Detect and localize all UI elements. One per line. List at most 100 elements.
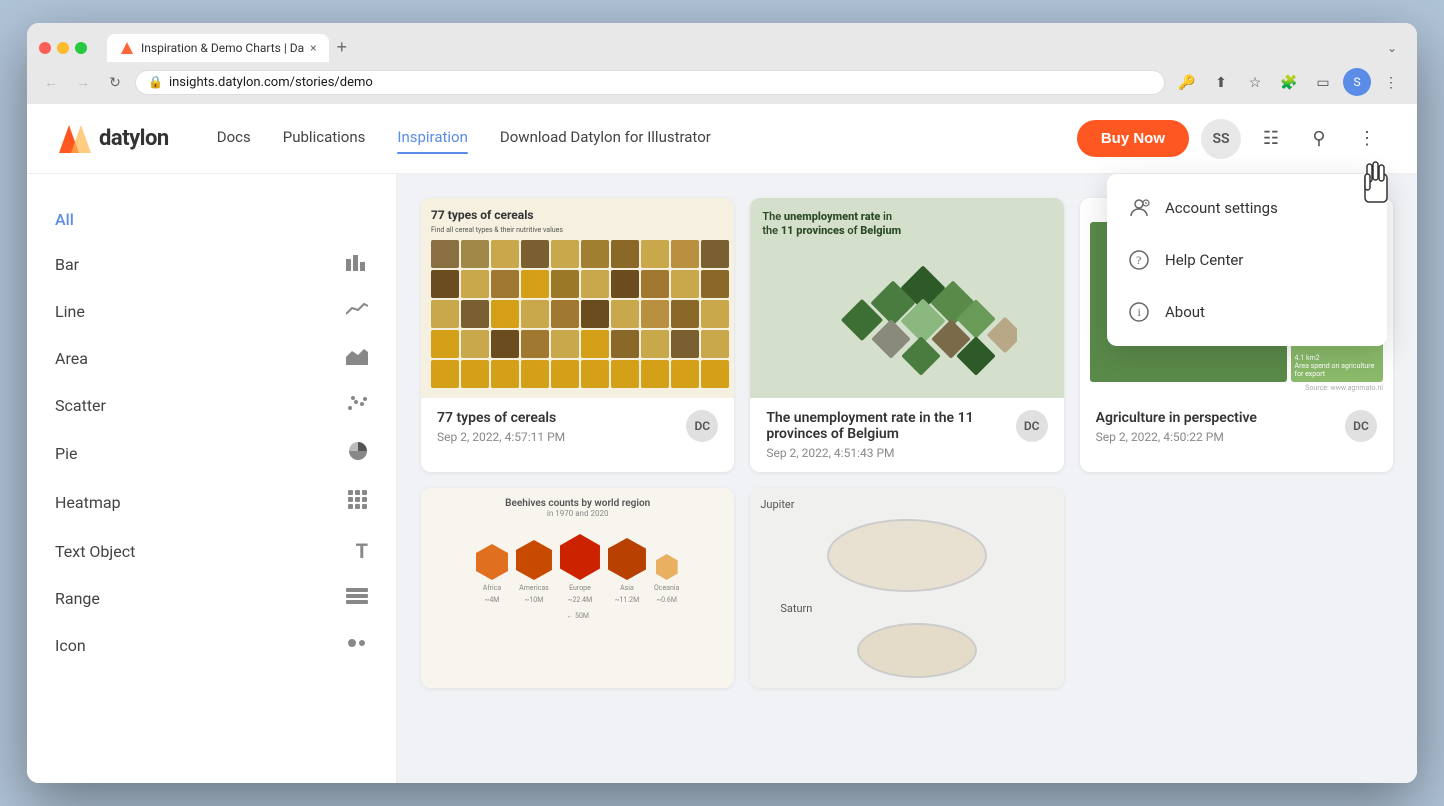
- minimize-traffic-light[interactable]: [57, 42, 69, 54]
- sidebar-item-heatmap-label: Heatmap: [55, 493, 348, 512]
- reload-button[interactable]: ↻: [103, 70, 127, 94]
- about-item[interactable]: i About: [1107, 286, 1387, 338]
- forward-button[interactable]: →: [71, 70, 95, 94]
- sidebar-item-bar[interactable]: Bar: [27, 241, 396, 288]
- sidebar-item-scatter-label: Scatter: [55, 396, 346, 415]
- nav-download[interactable]: Download Datylon for Illustrator: [500, 128, 711, 150]
- browser-user-avatar[interactable]: S: [1343, 68, 1371, 96]
- pie-chart-icon: [348, 441, 368, 466]
- address-bar[interactable]: 🔒 insights.datylon.com/stories/demo: [135, 70, 1165, 95]
- chart-avatar-belgium: DC: [1016, 410, 1048, 442]
- chat-icon-button[interactable]: ☷: [1253, 121, 1289, 157]
- buy-now-button[interactable]: Buy Now: [1077, 120, 1189, 157]
- tab-title: Inspiration & Demo Charts | Da: [141, 41, 304, 55]
- sidebar-item-range-label: Range: [55, 589, 346, 608]
- traffic-lights: [39, 42, 87, 54]
- key-icon-btn[interactable]: 🔑: [1173, 68, 1201, 96]
- sidebar-item-icon-label: Icon: [55, 636, 346, 655]
- nav-links: Docs Publications Inspiration Download D…: [217, 128, 1077, 150]
- sidebar-item-area[interactable]: Area: [27, 335, 396, 382]
- sidebar-item-line-label: Line: [55, 302, 346, 321]
- account-settings-icon: [1127, 196, 1151, 220]
- app-content: datylon Docs Publications Inspiration Do…: [27, 104, 1417, 783]
- sidebar-item-heatmap[interactable]: Heatmap: [27, 478, 396, 527]
- more-options-button[interactable]: ⋮: [1349, 121, 1385, 157]
- help-center-item[interactable]: ? Help Center: [1107, 234, 1387, 286]
- search-icon-button[interactable]: ⚲: [1301, 121, 1337, 157]
- chart-title-belgium: The unemployment rate in the 11 province…: [766, 410, 1015, 442]
- dropdown-menu: Account settings ? Help Center: [1107, 174, 1387, 346]
- sidebar-item-line[interactable]: Line: [27, 288, 396, 335]
- icon-type-icon: [346, 634, 368, 657]
- chart-card-beehives[interactable]: Beehives counts by world region in 1970 …: [421, 488, 734, 688]
- account-settings-label: Account settings: [1165, 199, 1278, 217]
- nav-publications[interactable]: Publications: [283, 128, 366, 150]
- app-header: datylon Docs Publications Inspiration Do…: [27, 104, 1417, 174]
- sidebar-toggle-btn[interactable]: ▭: [1309, 68, 1337, 96]
- header-actions: Buy Now SS ☷ ⚲ ⋮: [1077, 119, 1385, 159]
- chart-avatar-cereals: DC: [686, 410, 718, 442]
- new-tab-button[interactable]: +: [329, 33, 356, 62]
- maximize-traffic-light[interactable]: [75, 42, 87, 54]
- bar-chart-icon: [346, 253, 368, 276]
- share-btn[interactable]: ⬆: [1207, 68, 1235, 96]
- datylon-logo-icon: [59, 125, 91, 153]
- tab-close-button[interactable]: ×: [310, 42, 316, 54]
- chart-info-agriculture: Agriculture in perspective Sep 2, 2022, …: [1080, 398, 1393, 456]
- heatmap-icon: [348, 490, 368, 515]
- sidebar-item-pie[interactable]: Pie: [27, 429, 396, 478]
- chart-card-planets[interactable]: Jupiter Saturn: [750, 488, 1063, 688]
- sidebar-item-range[interactable]: Range: [27, 575, 396, 622]
- sidebar-item-text-object[interactable]: Text Object T: [27, 527, 396, 575]
- chart-card-cereals[interactable]: 77 types of cereals Find all cereal type…: [421, 198, 734, 472]
- svg-text:?: ?: [1136, 253, 1141, 267]
- line-chart-icon: [346, 300, 368, 323]
- chart-thumbnail-beehives: Beehives counts by world region in 1970 …: [421, 488, 734, 688]
- sidebar-item-area-label: Area: [55, 349, 346, 368]
- puzzle-btn[interactable]: 🧩: [1275, 68, 1303, 96]
- svg-text:i: i: [1138, 305, 1142, 319]
- sidebar: All Bar Line: [27, 174, 397, 783]
- chart-date-cereals: Sep 2, 2022, 4:57:11 PM: [437, 430, 565, 444]
- url-text: insights.datylon.com/stories/demo: [169, 75, 1152, 90]
- back-button[interactable]: ←: [39, 70, 63, 94]
- bookmark-btn[interactable]: ☆: [1241, 68, 1269, 96]
- active-tab[interactable]: Inspiration & Demo Charts | Da ×: [107, 34, 329, 62]
- logo-area[interactable]: datylon: [59, 125, 169, 153]
- address-bar-row: ← → ↻ 🔒 insights.datylon.com/stories/dem…: [27, 62, 1417, 104]
- sidebar-item-bar-label: Bar: [55, 255, 346, 274]
- area-chart-icon: [346, 347, 368, 370]
- chart-title-cereals: 77 types of cereals: [437, 410, 565, 426]
- about-label: About: [1165, 303, 1205, 321]
- help-center-icon: ?: [1127, 248, 1151, 272]
- help-center-label: Help Center: [1165, 251, 1243, 269]
- browser-window: Inspiration & Demo Charts | Da × + ⌄ ← →…: [27, 23, 1417, 783]
- user-initials-avatar[interactable]: SS: [1201, 119, 1241, 159]
- browser-chrome: Inspiration & Demo Charts | Da × + ⌄ ← →…: [27, 23, 1417, 104]
- sidebar-item-icon[interactable]: Icon: [27, 622, 396, 669]
- text-object-icon: T: [356, 539, 368, 563]
- tab-expand-icon: ⌄: [1379, 37, 1405, 59]
- browser-actions: 🔑 ⬆ ☆ 🧩 ▭ S ⋮: [1173, 68, 1405, 96]
- chart-card-belgium[interactable]: The unemployment rate inthe 11 provinces…: [750, 198, 1063, 472]
- sidebar-item-scatter[interactable]: Scatter: [27, 382, 396, 429]
- logo-text: datylon: [99, 126, 169, 151]
- sidebar-item-all-label: All: [55, 210, 368, 229]
- more-btn[interactable]: ⋮: [1377, 68, 1405, 96]
- tab-bar: Inspiration & Demo Charts | Da × + ⌄: [107, 33, 1405, 62]
- close-traffic-light[interactable]: [39, 42, 51, 54]
- about-icon: i: [1127, 300, 1151, 324]
- chart-info-belgium: The unemployment rate in the 11 province…: [750, 398, 1063, 472]
- chart-info-cereals: 77 types of cereals Sep 2, 2022, 4:57:11…: [421, 398, 734, 456]
- range-icon: [346, 587, 368, 610]
- nav-inspiration[interactable]: Inspiration: [397, 128, 468, 150]
- account-settings-item[interactable]: Account settings: [1107, 182, 1387, 234]
- chart-thumbnail-cereals: 77 types of cereals Find all cereal type…: [421, 198, 734, 398]
- tab-favicon: [119, 40, 135, 56]
- chart-date-agriculture: Sep 2, 2022, 4:50:22 PM: [1096, 430, 1257, 444]
- nav-docs[interactable]: Docs: [217, 128, 251, 150]
- chart-title-agriculture: Agriculture in perspective: [1096, 410, 1257, 426]
- sidebar-item-all[interactable]: All: [27, 198, 396, 241]
- sidebar-item-text-object-label: Text Object: [55, 542, 356, 561]
- lock-icon: 🔒: [148, 75, 163, 89]
